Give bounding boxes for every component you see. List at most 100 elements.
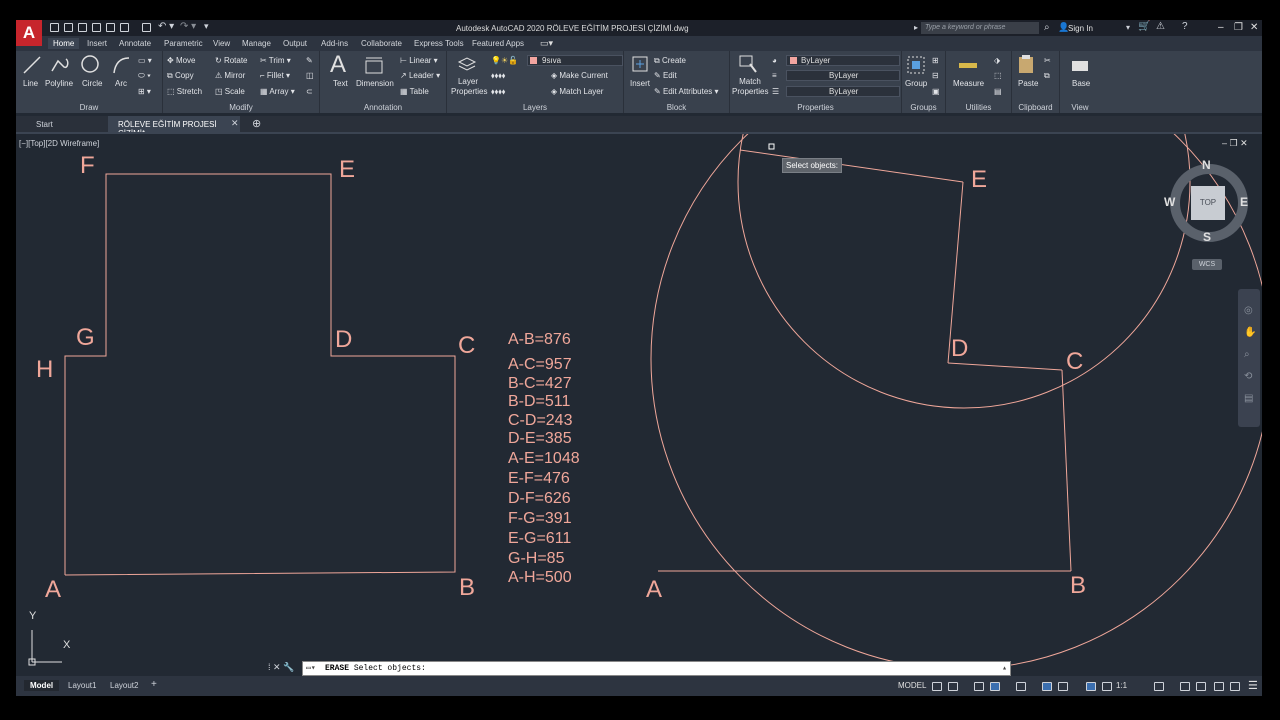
command-history-icon[interactable]: ▭▾ (306, 663, 316, 673)
fillet-button[interactable]: ⌐ Fillet ▾ (260, 71, 290, 80)
undo-icon[interactable]: ↶ ▾ (158, 21, 174, 32)
groups-panel-title[interactable]: Groups (902, 103, 945, 112)
search-input[interactable]: Type a keyword or phrase (921, 22, 1039, 34)
units-icon[interactable] (1196, 682, 1206, 691)
leader-button[interactable]: ↗ Leader ▾ (400, 71, 440, 80)
application-menu-button[interactable]: A (16, 20, 42, 46)
hatch-icon[interactable]: ⬭ ▾ (138, 71, 151, 81)
layers-panel-title[interactable]: Layers (447, 103, 623, 112)
dimension-button[interactable]: Dimension (356, 79, 394, 88)
offset-icon[interactable]: ⊂ (306, 87, 313, 96)
tab-home[interactable]: Home (48, 38, 80, 49)
polyline-button[interactable]: Polyline (45, 79, 73, 88)
view-panel-title[interactable]: View (1060, 103, 1100, 112)
object-snap-tracking-icon[interactable] (1042, 682, 1052, 691)
clipboard-panel-title[interactable]: Clipboard (1012, 103, 1059, 112)
insert-button[interactable]: Insert (630, 79, 650, 88)
viewcube-east[interactable]: E (1240, 195, 1248, 209)
start-tab[interactable]: Start (26, 116, 63, 132)
share-icon[interactable] (120, 23, 129, 32)
binoculars-icon[interactable]: ⌕ (1044, 22, 1050, 33)
close-icon[interactable]: ✕ (1250, 22, 1258, 33)
layout-tab-layout2[interactable]: Layout2 (104, 680, 144, 691)
cut-icon[interactable]: ✂ (1044, 56, 1051, 65)
annotation-visibility-icon[interactable] (1086, 682, 1096, 691)
tab-output[interactable]: Output (278, 38, 312, 49)
layout-tab-model[interactable]: Model (24, 680, 60, 691)
tab-express-tools[interactable]: Express Tools (409, 38, 469, 49)
web-mobile-icon[interactable] (106, 23, 115, 32)
match-properties-button[interactable]: Match Properties (732, 77, 768, 97)
match-layer-button[interactable]: ◈ Match Layer (551, 87, 603, 96)
copy-clip-icon[interactable]: ⧉ (1044, 71, 1050, 81)
annotation-panel-title[interactable]: Annotation (320, 103, 446, 112)
object-snap-icon[interactable] (1058, 682, 1068, 691)
isodraft-icon[interactable] (1016, 682, 1026, 691)
annotation-scale[interactable]: 1:1 (1116, 681, 1127, 690)
explode-icon[interactable]: ◫ (306, 71, 314, 80)
select-all-icon[interactable]: ⬚ (994, 71, 1002, 80)
save-icon[interactable] (78, 23, 87, 32)
draw-panel-title[interactable]: Draw (16, 103, 162, 112)
calculator-icon[interactable]: ▤ (994, 87, 1002, 96)
tab-manage[interactable]: Manage (237, 38, 276, 49)
viewcube-west[interactable]: W (1164, 195, 1175, 209)
tab-add-ins[interactable]: Add-ins (316, 38, 353, 49)
utilities-panel-title[interactable]: Utilities (946, 103, 1011, 112)
tab-annotate[interactable]: Annotate (114, 38, 156, 49)
restore-icon[interactable]: ❐ (1234, 22, 1243, 33)
text-button[interactable]: Text (333, 79, 348, 88)
edit-block-button[interactable]: ✎ Edit (654, 71, 677, 80)
add-layout-icon[interactable]: + (151, 679, 157, 690)
table-button[interactable]: ▦ Table (400, 87, 429, 96)
clean-screen-icon[interactable] (1230, 682, 1240, 691)
rotate-button[interactable]: ↻ Rotate (215, 56, 248, 65)
paste-button[interactable]: Paste (1018, 79, 1038, 88)
rectangle-icon[interactable]: ▭ ▾ (138, 56, 152, 65)
scale-button[interactable]: ◳ Scale (215, 87, 245, 96)
trim-button[interactable]: ✂ Trim ▾ (260, 56, 291, 65)
navigation-bar-icons[interactable]: ◎ ✋ ⌕ ⟲ ▤ (1244, 300, 1256, 410)
signin-dropdown-icon[interactable]: ▾ (1126, 23, 1130, 32)
arc-button[interactable]: Arc (115, 79, 127, 88)
base-button[interactable]: Base (1072, 79, 1090, 88)
tab-parametric[interactable]: Parametric (159, 38, 208, 49)
close-tab-icon[interactable]: ✕ (231, 118, 239, 129)
auto-scale-icon[interactable] (1102, 682, 1112, 691)
new-tab-icon[interactable]: ⊕ (252, 117, 261, 130)
linear-button[interactable]: ⊢ Linear ▾ (400, 56, 438, 65)
annotation-monitor-icon[interactable] (1180, 682, 1190, 691)
group-select-icon[interactable]: ▣ (932, 87, 940, 96)
new-file-icon[interactable] (50, 23, 59, 32)
layout-tab-layout1[interactable]: Layout1 (62, 680, 102, 691)
ungroup-icon[interactable]: ⊞ (932, 56, 939, 65)
quick-select-icon[interactable]: ⬗ (994, 56, 1000, 65)
ribbon-toggle-icon[interactable]: ▭▾ (540, 38, 553, 49)
stretch-button[interactable]: ⬚ Stretch (167, 87, 202, 96)
viewcube-north[interactable]: N (1202, 158, 1211, 172)
viewcube-top-face[interactable]: TOP (1191, 186, 1225, 220)
layer-dropdown[interactable]: 9sıva (527, 55, 623, 66)
layer-tools-icons-2[interactable]: ⬧⬧⬧⬧ (491, 87, 505, 97)
circle-button[interactable]: Circle (82, 79, 102, 88)
viewcube-south[interactable]: S (1203, 230, 1211, 244)
redo-icon[interactable]: ↷ ▾ (180, 21, 196, 32)
model-space-toggle[interactable]: MODEL (898, 681, 926, 690)
cart-icon[interactable]: 🛒 (1138, 21, 1150, 32)
customization-menu-icon[interactable]: ☰ (1248, 679, 1258, 692)
edit-attributes-button[interactable]: ✎ Edit Attributes ▾ (654, 87, 719, 96)
workspace-gear-icon[interactable] (1154, 682, 1164, 691)
drawing-tab[interactable]: RÖLEVE EĞİTİM PROJESİ ÇİZİMİ* (108, 116, 240, 138)
layer-tools-icons[interactable]: ⬧⬧⬧⬧ (491, 71, 505, 81)
snap-icon[interactable] (948, 682, 958, 691)
move-button[interactable]: ✥ Move (167, 56, 196, 65)
linetype-dropdown[interactable]: ByLayer (786, 86, 900, 97)
lineweight-dropdown[interactable]: ByLayer (786, 70, 900, 81)
tab-featured-apps[interactable]: Featured Apps (467, 38, 529, 49)
help-icon[interactable]: ? (1182, 21, 1188, 32)
group-edit-icon[interactable]: ⊟ (932, 71, 939, 80)
layer-properties-button[interactable]: Layer Properties (451, 77, 487, 97)
line-button[interactable]: Line (23, 79, 38, 88)
boundary-icon[interactable]: ⊞ ▾ (138, 87, 151, 96)
mirror-button[interactable]: ⚠ Mirror (215, 71, 245, 80)
